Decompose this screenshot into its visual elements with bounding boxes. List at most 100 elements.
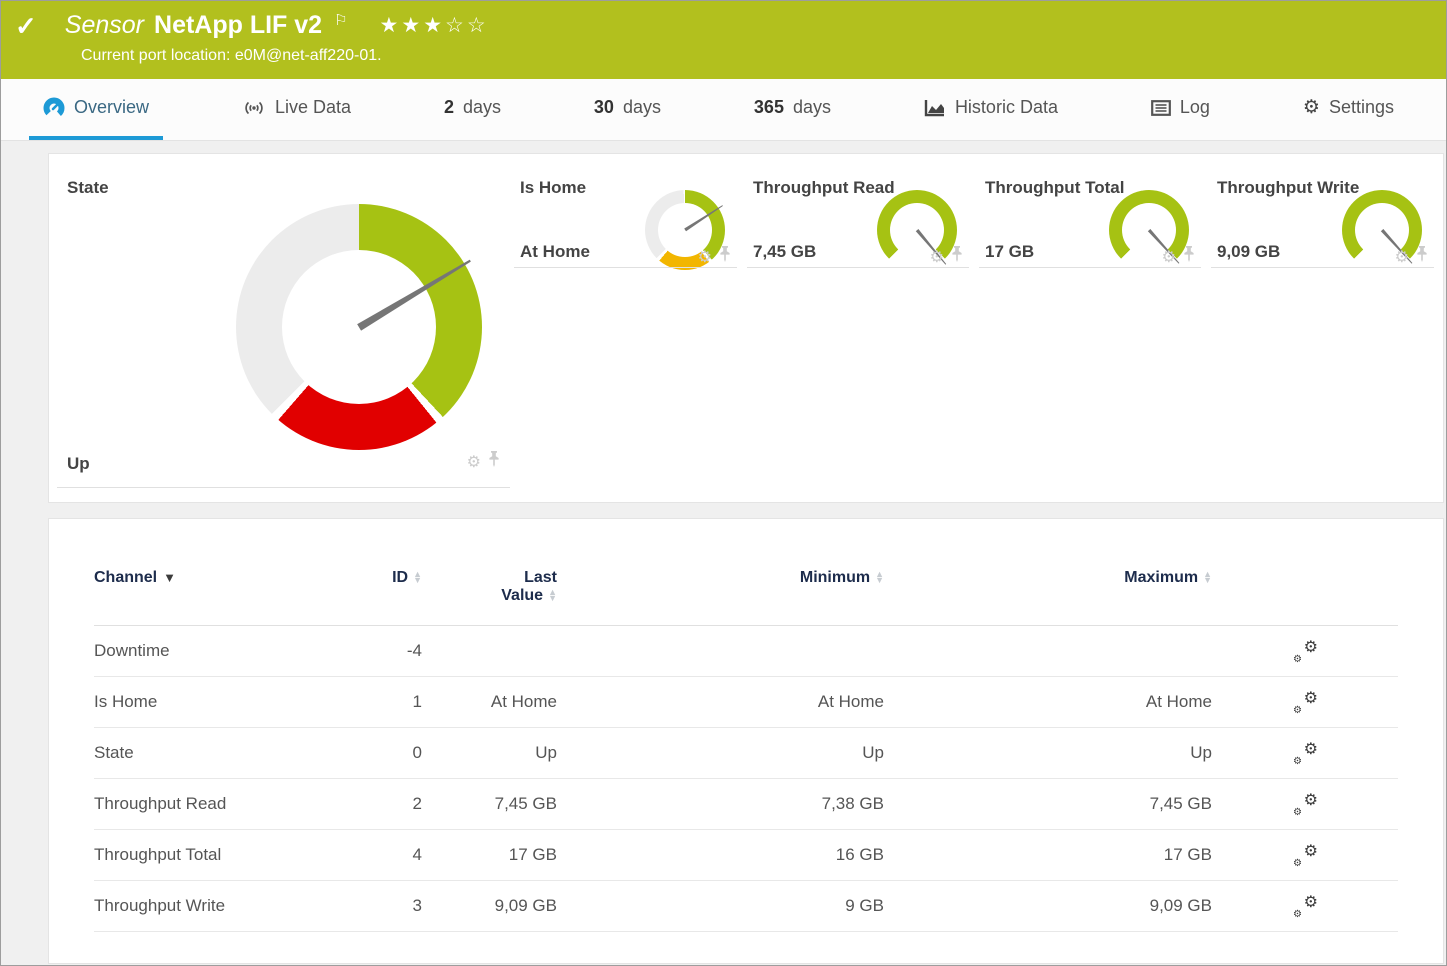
divider — [979, 267, 1201, 268]
sort-arrows-icon: ▲▼ — [548, 590, 557, 601]
gauge-icon — [43, 97, 65, 119]
tab-label: Settings — [1329, 97, 1394, 118]
pin-icon[interactable] — [1183, 246, 1195, 267]
tab-label: Historic Data — [955, 97, 1058, 118]
table-row: Is Home 1 At Home At Home At Home ⚙⚙ — [94, 677, 1398, 728]
column-header-channel[interactable]: Channel▼ — [94, 569, 329, 587]
flag-icon[interactable]: ⚐ — [334, 11, 347, 29]
tab-label: days — [623, 97, 661, 118]
pin-icon[interactable] — [719, 246, 731, 267]
table-row: Throughput Total 4 17 GB 16 GB 17 GB ⚙⚙ — [94, 830, 1398, 881]
minimum-value: At Home — [818, 692, 884, 712]
channel-settings-gears-icon[interactable]: ⚙⚙ — [1292, 691, 1318, 713]
table-row: Throughput Read 2 7,45 GB 7,38 GB 7,45 G… — [94, 779, 1398, 830]
app-window: ✓ Sensor NetApp LIF v2 ⚐ ★★★☆☆ Current p… — [0, 0, 1447, 966]
pin-icon[interactable] — [1416, 246, 1428, 267]
gauge-value: 9,09 GB — [1217, 242, 1280, 262]
object-kind-label: Sensor — [65, 11, 144, 40]
sort-arrows-icon: ▲▼ — [413, 572, 422, 583]
minimum-value: Up — [862, 743, 884, 763]
gauge-title: Throughput Write — [1217, 178, 1359, 198]
tab-label: days — [793, 97, 831, 118]
column-header-maximum[interactable]: Maximum▲▼ — [1124, 569, 1212, 587]
tab-log[interactable]: Log — [1137, 79, 1224, 140]
channel-name: Is Home — [94, 692, 329, 712]
maximum-value: Up — [1190, 743, 1212, 763]
divider — [747, 267, 969, 268]
tab-settings[interactable]: ⚙ Settings — [1289, 79, 1408, 140]
channel-id: 2 — [413, 794, 422, 814]
maximum-value: 17 GB — [1164, 845, 1212, 865]
tab-live-data[interactable]: Live Data — [228, 79, 365, 140]
gear-icon[interactable]: ⚙ — [1395, 247, 1409, 267]
sort-arrows-icon: ▲▼ — [875, 572, 884, 583]
area-chart-icon — [924, 99, 946, 117]
channel-settings-gears-icon[interactable]: ⚙⚙ — [1292, 640, 1318, 662]
gauge-is-home: Is Home At Home ⚙ — [514, 154, 747, 502]
sensor-subtitle: Current port location: e0M@net-aff220-01… — [81, 47, 1446, 65]
divider — [57, 487, 510, 488]
tab-number: 2 — [444, 97, 454, 118]
priority-stars[interactable]: ★★★☆☆ — [380, 13, 489, 38]
tab-number: 365 — [754, 97, 784, 118]
channel-id: 0 — [413, 743, 422, 763]
sort-arrows-icon: ▲▼ — [1203, 572, 1212, 583]
channel-name: State — [94, 743, 329, 763]
tab-30-days[interactable]: 30 days — [580, 79, 675, 140]
table-row: Downtime -4 ⚙⚙ — [94, 626, 1398, 677]
last-value: 7,45 GB — [495, 794, 557, 814]
minimum-value: 9 GB — [845, 896, 884, 916]
channel-name: Throughput Write — [94, 896, 329, 916]
gauge-state: State Up ⚙ — [49, 154, 514, 502]
gauge-title: Throughput Read — [753, 178, 895, 198]
gauge-throughput-total: Throughput Total 17 GB ⚙ — [979, 154, 1211, 502]
gear-icon[interactable]: ⚙ — [467, 452, 481, 472]
gear-icon[interactable]: ⚙ — [1162, 247, 1176, 267]
tab-overview[interactable]: Overview — [29, 79, 163, 140]
last-value: 9,09 GB — [495, 896, 557, 916]
tab-label: Overview — [74, 97, 149, 118]
maximum-value: 9,09 GB — [1150, 896, 1212, 916]
table-row: Throughput Write 3 9,09 GB 9 GB 9,09 GB … — [94, 881, 1398, 932]
channel-name: Downtime — [94, 641, 329, 661]
gauge-value: Up — [67, 454, 90, 474]
gear-icon[interactable]: ⚙ — [930, 247, 944, 267]
gauge-title: Is Home — [520, 178, 586, 198]
channel-name: Throughput Read — [94, 794, 329, 814]
tab-365-days[interactable]: 365 days — [740, 79, 845, 140]
tab-label: days — [463, 97, 501, 118]
gauge-title: Throughput Total — [985, 178, 1124, 198]
channel-settings-gears-icon[interactable]: ⚙⚙ — [1292, 793, 1318, 815]
gauge-value: At Home — [520, 242, 590, 262]
channel-settings-gears-icon[interactable]: ⚙⚙ — [1292, 844, 1318, 866]
divider — [1211, 267, 1434, 268]
tab-number: 30 — [594, 97, 614, 118]
last-value: Up — [535, 743, 557, 763]
table-header-row: Channel▼ ID▲▼ Last Value▲▼ Minimum▲▼ Max… — [94, 569, 1398, 626]
gauge-title: State — [67, 178, 109, 198]
gauges-panel: State Up ⚙ Is Home — [48, 153, 1444, 503]
sensor-title: NetApp LIF v2 — [154, 11, 322, 40]
gear-icon[interactable]: ⚙ — [698, 247, 712, 267]
last-value: At Home — [491, 692, 557, 712]
sensor-header: ✓ Sensor NetApp LIF v2 ⚐ ★★★☆☆ Current p… — [1, 1, 1446, 79]
log-list-icon — [1151, 100, 1171, 116]
maximum-value: At Home — [1146, 692, 1212, 712]
tab-historic-data[interactable]: Historic Data — [910, 79, 1072, 140]
sort-desc-caret-icon: ▼ — [163, 570, 176, 585]
channel-id: 1 — [413, 692, 422, 712]
column-header-id[interactable]: ID▲▼ — [392, 569, 422, 587]
tab-2-days[interactable]: 2 days — [430, 79, 515, 140]
gauge-value: 17 GB — [985, 242, 1034, 262]
broadcast-icon — [242, 100, 266, 116]
tab-label: Log — [1180, 97, 1210, 118]
state-gauge-dial — [236, 204, 482, 450]
column-header-last-value[interactable]: Last Value▲▼ — [501, 569, 557, 605]
pin-icon[interactable] — [951, 246, 963, 267]
gauge-value: 7,45 GB — [753, 242, 816, 262]
column-header-minimum[interactable]: Minimum▲▼ — [800, 569, 884, 587]
channel-settings-gears-icon[interactable]: ⚙⚙ — [1292, 895, 1318, 917]
divider — [514, 267, 737, 268]
channel-settings-gears-icon[interactable]: ⚙⚙ — [1292, 742, 1318, 764]
pin-icon[interactable] — [488, 451, 500, 472]
